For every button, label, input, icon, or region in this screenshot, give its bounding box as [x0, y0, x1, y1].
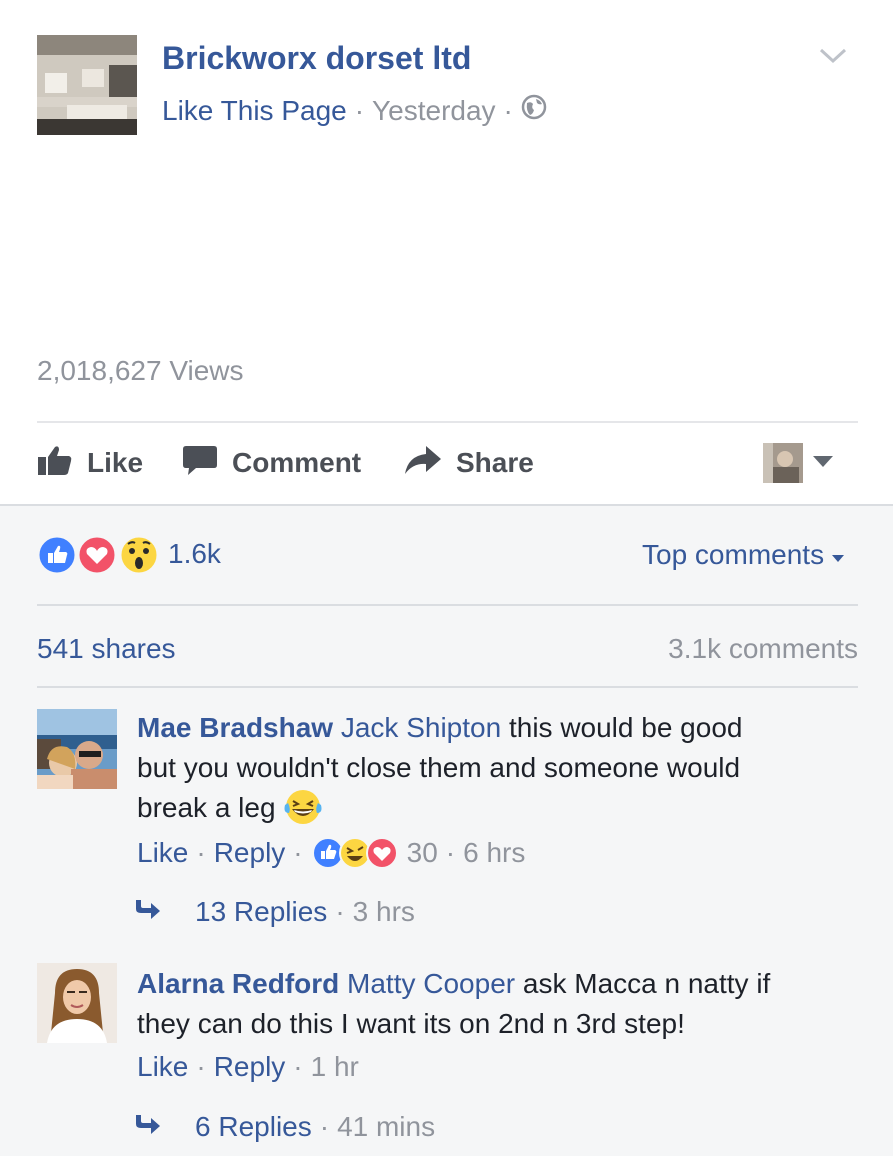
post-meta: Like This Page · Yesterday ·	[162, 94, 547, 127]
shares-count[interactable]: 541 shares	[37, 633, 176, 665]
share-arrow-icon	[404, 444, 456, 483]
commenter-avatar[interactable]	[37, 709, 117, 789]
comment-like-button[interactable]: Like	[137, 837, 188, 869]
divider	[37, 686, 858, 688]
comment-text: break a leg	[137, 792, 284, 823]
comment-text: this would be good	[501, 712, 743, 743]
comment-button[interactable]: Comment	[182, 443, 361, 483]
page-name[interactable]: Brickworx dorset ltd	[162, 40, 471, 77]
separator: ·	[293, 1051, 303, 1082]
comment-body: Alarna Redford Matty Cooper ask Macca n …	[137, 964, 837, 1044]
comment-reply-button[interactable]: Reply	[214, 837, 286, 869]
viewer-avatar[interactable]	[763, 443, 803, 483]
separator: ·	[503, 94, 513, 126]
audience-caret-icon[interactable]	[812, 455, 834, 474]
comment-body: Mae Bradshaw Jack Shipton this would be …	[137, 708, 837, 836]
tagged-user[interactable]: Matty Cooper	[347, 968, 515, 999]
comment-actions: Like · Reply · 1 hr	[137, 1051, 359, 1083]
comment-time[interactable]: 6 hrs	[463, 837, 525, 869]
comment-author[interactable]: Mae Bradshaw	[137, 712, 333, 743]
like-page-link[interactable]: Like This Page	[162, 95, 347, 127]
share-label: Share	[456, 447, 534, 478]
post-options-chevron-icon[interactable]	[818, 46, 848, 66]
comment-like-button[interactable]: Like	[137, 1051, 188, 1083]
post-time[interactable]: Yesterday	[372, 95, 496, 127]
top-comments-label: Top comments	[642, 539, 825, 570]
comment-reaction-icons[interactable]	[311, 836, 399, 870]
globe-icon	[521, 94, 547, 127]
view-count: 2,018,627 Views	[37, 355, 244, 386]
comment-reply-button[interactable]: Reply	[214, 1051, 286, 1083]
view-replies[interactable]: 6 Replies · 41 mins	[133, 1111, 435, 1143]
separator: ·	[319, 1111, 330, 1142]
reply-arrow-icon	[133, 896, 161, 928]
separator: ·	[445, 837, 456, 868]
replies-time: 41 mins	[337, 1111, 436, 1142]
comment-text: they can do this I want its on 2nd n 3rd…	[137, 1008, 685, 1039]
separator: ·	[196, 1051, 206, 1082]
like-button[interactable]: Like	[37, 443, 143, 483]
share-button[interactable]: Share	[404, 443, 534, 483]
view-replies[interactable]: 13 Replies · 3 hrs	[133, 896, 415, 928]
comment-bubble-icon	[182, 444, 232, 483]
divider	[37, 421, 858, 423]
page-avatar[interactable]	[37, 35, 137, 135]
replies-count: 6 Replies	[195, 1111, 312, 1142]
comment-actions: Like · Reply · 30 · 6 hrs	[137, 836, 525, 870]
dropdown-caret-icon	[832, 539, 845, 571]
separator: ·	[354, 94, 365, 126]
thumbs-up-icon	[37, 444, 87, 483]
divider	[37, 604, 858, 606]
comments-count[interactable]: 3.1k comments	[668, 633, 858, 665]
like-label: Like	[87, 447, 144, 478]
commenter-avatar[interactable]	[37, 963, 117, 1043]
comment-text: but you wouldn't close them and someone …	[137, 752, 741, 783]
top-comments-dropdown[interactable]: Top comments	[642, 539, 845, 571]
comment-author[interactable]: Alarna Redford	[137, 968, 339, 999]
comment-text: ask Macca n natty if	[515, 968, 771, 999]
replies-count: 13 Replies	[195, 896, 328, 927]
separator: ·	[196, 837, 206, 868]
separator: ·	[335, 896, 345, 927]
reply-arrow-icon	[133, 1111, 161, 1143]
comment-time[interactable]: 1 hr	[311, 1051, 359, 1083]
separator: ·	[293, 837, 303, 868]
reaction-icons	[37, 534, 160, 576]
comment-reaction-count[interactable]: 30	[407, 837, 438, 869]
comment-label: Comment	[232, 447, 362, 478]
reaction-count[interactable]: 1.6k	[168, 538, 221, 570]
reactions-summary[interactable]	[37, 534, 161, 576]
tagged-user[interactable]: Jack Shipton	[341, 712, 501, 743]
laughing-tears-emoji-icon	[283, 789, 323, 836]
replies-time: 3 hrs	[352, 896, 415, 927]
